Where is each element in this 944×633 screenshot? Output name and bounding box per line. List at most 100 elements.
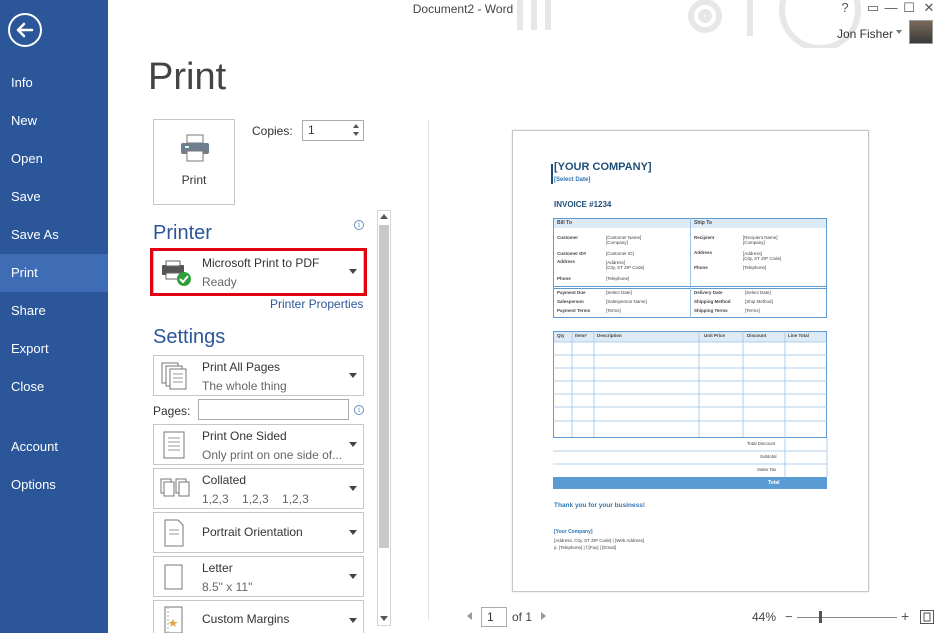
orientation-value: Portrait Orientation: [202, 525, 303, 539]
printer-icon: [181, 134, 209, 162]
nav-save-as[interactable]: Save As: [0, 216, 108, 254]
field-label: Shipping Terms: [694, 308, 728, 313]
avatar[interactable]: [909, 20, 933, 44]
field-label: Salesperson: [557, 299, 584, 304]
column-header: Line Total: [788, 333, 809, 338]
column-header: Discount: [747, 333, 767, 338]
user-name[interactable]: Jon Fisher: [837, 27, 893, 41]
prev-page-icon[interactable]: [467, 612, 472, 620]
page-count: of 1: [512, 610, 533, 624]
copies-label: Copies:: [252, 124, 293, 138]
total-label: Sales Tax: [757, 467, 777, 472]
company-bar: [551, 164, 553, 184]
nav-print[interactable]: Print: [0, 254, 108, 292]
collation-value: Collated: [202, 473, 247, 487]
field-label: Delivery Date: [694, 290, 723, 295]
print-button-label: Print: [181, 173, 207, 187]
paper-size-desc: 8.5" x 11": [202, 580, 253, 594]
field-value: [Address] [City, ST ZIP Code]: [606, 260, 645, 270]
nav-options[interactable]: Options: [0, 466, 108, 504]
field-value: [Recipient Name] [Company]: [743, 235, 778, 245]
margins-dropdown[interactable]: Custom Margins: [153, 600, 364, 633]
field-label: Phone: [694, 265, 708, 270]
pages-input[interactable]: [198, 399, 349, 420]
printer-properties-link[interactable]: Printer Properties: [270, 297, 363, 311]
scroll-thumb[interactable]: [379, 225, 389, 548]
next-page-icon[interactable]: [541, 612, 546, 620]
page-number-input[interactable]: 1: [481, 607, 507, 627]
sides-desc: Only print on one side of...: [202, 448, 343, 462]
settings-scrollbar[interactable]: [377, 210, 391, 626]
maximize-icon[interactable]: ☐: [898, 0, 920, 18]
backstage-sidebar: Info New Open Save Save As Print Share E…: [0, 0, 108, 633]
zoom-to-page-icon[interactable]: [919, 609, 935, 625]
printer-heading: Printer: [153, 222, 212, 244]
user-menu-caret-icon[interactable]: [896, 30, 902, 34]
field-value: [Select Date]: [745, 290, 771, 295]
pages-label: Pages:: [153, 404, 191, 418]
paper-size-icon: [164, 564, 183, 590]
zoom-slider[interactable]: [797, 617, 897, 618]
field-value: [Telephone]: [606, 276, 630, 281]
info-icon[interactable]: i: [354, 220, 364, 230]
field-value: [Salesperson Name]: [606, 299, 647, 304]
nav-account[interactable]: Account: [0, 428, 108, 466]
field-value: [Terms]: [606, 308, 621, 313]
pages-icon: [161, 362, 187, 390]
collation-desc: 1,2,3 1,2,3 1,2,3: [202, 492, 309, 506]
close-window-icon[interactable]: ✕: [918, 0, 940, 18]
footer-contact: p. [Telephone] | f.[Fax] | [Email]: [554, 545, 616, 550]
printer-highlight-box: [150, 248, 367, 296]
print-button[interactable]: Print: [153, 119, 235, 205]
page-title: Print: [148, 56, 227, 98]
zoom-slider-thumb[interactable]: [819, 611, 822, 623]
field-label: Customer: [557, 235, 579, 240]
orientation-dropdown[interactable]: Portrait Orientation: [153, 512, 364, 553]
scroll-up-icon[interactable]: [380, 214, 388, 219]
preview-invoice-number: INVOICE #1234: [554, 200, 612, 209]
scroll-down-icon[interactable]: [380, 616, 388, 621]
bill-to-label: Bill To: [557, 220, 572, 226]
field-label: Phone: [557, 276, 571, 281]
field-label: Customer ID#: [557, 251, 587, 256]
print-range-dropdown[interactable]: Print All Pages The whole thing: [153, 355, 364, 396]
field-value: [Customer ID]: [606, 251, 634, 256]
info-icon[interactable]: i: [354, 405, 364, 415]
nav-open[interactable]: Open: [0, 140, 108, 178]
sides-dropdown[interactable]: Print One Sided Only print on one side o…: [153, 424, 364, 465]
preview-company: [YOUR COMPANY]: [554, 161, 652, 173]
print-range-desc: The whole thing: [202, 379, 287, 393]
ship-to-label: Ship To: [694, 220, 712, 226]
nav-close[interactable]: Close: [0, 368, 108, 406]
back-arrow-icon[interactable]: [8, 13, 42, 47]
table-line: [690, 286, 691, 318]
sides-value: Print One Sided: [202, 429, 287, 443]
nav-export[interactable]: Export: [0, 330, 108, 368]
zoom-level: 44%: [752, 610, 777, 624]
print-preview-page: [YOUR COMPANY] [Select Date] INVOICE #12…: [512, 130, 869, 592]
column-header: Unit Price: [704, 333, 726, 338]
help-icon[interactable]: ?: [834, 0, 856, 18]
zoom-out-icon[interactable]: −: [785, 609, 793, 624]
spin-down-icon[interactable]: [353, 132, 359, 136]
column-header: Qty: [557, 333, 565, 338]
field-value: [Customer Name] [Company]: [606, 235, 642, 245]
field-value: [Ship Method]: [745, 299, 773, 304]
total-label: Subtotal: [760, 454, 777, 459]
chevron-down-icon: [349, 574, 357, 579]
margins-icon: [164, 606, 183, 633]
nav-share[interactable]: Share: [0, 292, 108, 330]
nav-save[interactable]: Save: [0, 178, 108, 216]
spin-up-icon[interactable]: [353, 124, 359, 128]
paper-size-dropdown[interactable]: Letter 8.5" x 11": [153, 556, 364, 597]
settings-heading: Settings: [153, 326, 226, 348]
collation-dropdown[interactable]: Collated 1,2,3 1,2,3 1,2,3: [153, 468, 364, 509]
chevron-down-icon: [349, 486, 357, 491]
nav-new[interactable]: New: [0, 102, 108, 140]
zoom-in-icon[interactable]: +: [901, 608, 909, 624]
chevron-down-icon: [349, 530, 357, 535]
collated-icon: [160, 478, 190, 497]
table-line: [690, 218, 691, 289]
field-label: Address: [694, 250, 713, 255]
nav-info[interactable]: Info: [0, 64, 108, 102]
